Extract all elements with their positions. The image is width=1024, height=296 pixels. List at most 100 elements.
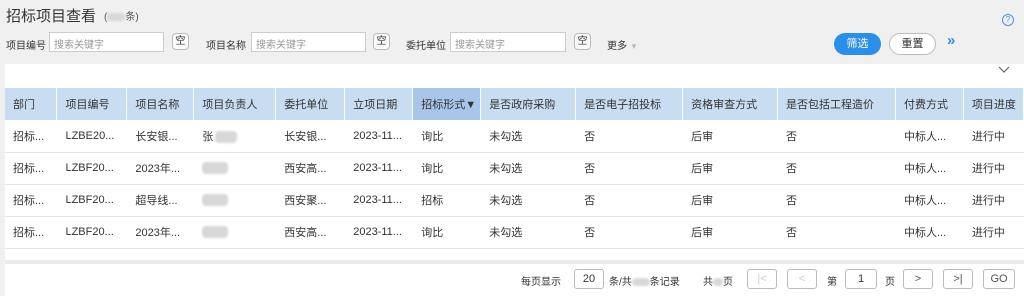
filter-client-clear-button[interactable]: 空 (574, 33, 591, 50)
help-icon[interactable]: ? (1002, 14, 1014, 26)
filter-project-code-input[interactable]: 搜索关键字 (49, 32, 164, 52)
first-page-button[interactable]: |< (747, 269, 777, 289)
page-prefix: 第 (827, 277, 837, 288)
column-header[interactable]: 项目进度 (963, 88, 1024, 120)
column-header[interactable]: 委托单位 (275, 88, 346, 120)
page-suffix: 页 (885, 277, 895, 288)
table-cell: 2023-11... (344, 184, 413, 217)
table-cell: 进行中 (963, 120, 1024, 153)
record-count: (条) (104, 8, 139, 23)
table-cell: LZBF20... (56, 216, 127, 249)
table-cell: 否 (777, 216, 896, 249)
filter-button[interactable]: 筛选 (834, 33, 881, 55)
table-cell: 未勾选 (480, 152, 576, 185)
table-cell: LZBF20... (56, 184, 127, 217)
last-page-button[interactable]: >| (943, 269, 973, 289)
redacted-owner (215, 130, 238, 143)
total-pages: 共页 (703, 273, 733, 295)
filter-project-code-clear-button[interactable]: 空 (172, 33, 189, 50)
go-button[interactable]: GO (983, 269, 1015, 289)
table-panel: 部门 项目编号 项目名称 项目负责人 委托单位 立项日期 招标形式▼ 是否政府采… (5, 64, 1024, 296)
table-cell: 西安高... (275, 152, 345, 185)
redacted-owner (202, 162, 229, 175)
table-cell: 进行中 (963, 184, 1024, 217)
table-cell: 未勾选 (480, 216, 576, 249)
table-cell: 招标... (5, 152, 57, 185)
column-header[interactable]: 是否包括工程造价 (777, 88, 896, 120)
column-header[interactable]: 是否政府采购 (480, 88, 577, 120)
per-page-label: 每页显示 (521, 277, 561, 288)
total-records: 条/共 条记录 (609, 273, 680, 295)
column-header-sorted[interactable]: 招标形式▼ (412, 88, 482, 120)
table-cell: LZBE20... (56, 120, 127, 153)
records-prefix: 条/共 (609, 277, 632, 288)
table-cell: 中标人... (895, 216, 964, 249)
column-header[interactable]: 部门 (5, 88, 58, 120)
table-cell: 进行中 (963, 152, 1024, 185)
table-cell: 后审 (682, 152, 778, 185)
redacted-owner (202, 226, 229, 239)
filter-client-input[interactable]: 搜索关键字 (450, 32, 566, 52)
table-cell: 后审 (682, 216, 778, 249)
redacted-count (107, 13, 126, 22)
table-cell (193, 184, 276, 217)
redacted-pages (713, 278, 723, 287)
table-cell: 中标人... (895, 120, 964, 153)
more-filters-toggle[interactable]: 更多 ▼ (607, 37, 638, 52)
column-header[interactable]: 项目编号 (56, 88, 128, 120)
table-cell: 2023-11... (344, 120, 413, 153)
chevron-down-icon: ▼ (630, 42, 638, 51)
table-cell: 张 (193, 120, 276, 153)
more-filters-label: 更多 (607, 41, 627, 52)
prev-page-button[interactable]: < (787, 269, 817, 289)
table-cell: 西安高... (275, 216, 345, 249)
table-cell: 后审 (682, 120, 778, 153)
expand-icon[interactable]: » (947, 32, 955, 49)
page-title: 招标项目查看 (6, 8, 97, 25)
collapse-chevron-icon[interactable] (998, 66, 1010, 77)
filter-project-name-input[interactable]: 搜索关键字 (251, 32, 366, 52)
column-header[interactable]: 立项日期 (344, 88, 414, 120)
column-header[interactable]: 项目名称 (126, 88, 195, 120)
table-cell: 长安银... (275, 120, 345, 153)
table-cell: 未勾选 (480, 120, 576, 153)
pages-prefix: 共 (703, 277, 713, 288)
records-suffix: 条记录 (649, 277, 680, 288)
table-cell: 否 (777, 184, 896, 217)
table-cell: 询比 (412, 216, 481, 249)
table-cell (193, 152, 276, 185)
page-header: 招标项目查看 (条) ? 项目编号 搜索关键字 空 项目名称 搜索关键字 空 委… (0, 0, 1024, 64)
table-cell: 询比 (412, 120, 481, 153)
table-cell: 2023年... (126, 216, 194, 249)
table-cell: 2023-11... (344, 152, 413, 185)
redacted-owner (202, 194, 229, 207)
filter-project-name-clear-button[interactable]: 空 (373, 33, 390, 50)
record-count-suffix: 条) (125, 12, 139, 23)
table-row[interactable]: 招标... LZBF20... 2023年... 西安高... 2023-11.… (5, 152, 1024, 185)
column-header[interactable]: 资格审查方式 (682, 88, 779, 120)
reset-button[interactable]: 重置 (889, 33, 936, 55)
table-cell: 2023-11... (344, 216, 413, 249)
table-cell: 否 (575, 216, 683, 249)
table-row[interactable]: 招标... LZBE20... 长安银... 张 长安银... 2023-11.… (5, 120, 1024, 153)
table-cell: 中标人... (895, 152, 964, 185)
column-header[interactable]: 是否电子招投标 (575, 88, 684, 120)
table-cell: 招标... (5, 184, 57, 217)
table-cell: 西安聚... (275, 184, 345, 217)
horizontal-scrollbar[interactable] (5, 260, 1024, 264)
table-cell: 长安银... (126, 120, 194, 153)
page-number-input[interactable]: 1 (845, 269, 877, 289)
table-row[interactable]: 招标... LZBF20... 超导线... 西安聚... 2023-11...… (5, 184, 1024, 217)
table-cell: 进行中 (963, 216, 1024, 249)
table-cell: 否 (777, 152, 896, 185)
table-cell: 超导线... (126, 184, 194, 217)
table-row[interactable]: 招标... LZBF20... 2023年... 西安高... 2023-11.… (5, 216, 1024, 249)
column-header[interactable]: 项目负责人 (193, 88, 277, 120)
per-page-input[interactable]: 20 (574, 269, 604, 289)
app-window: 招标项目查看 (条) ? 项目编号 搜索关键字 空 项目名称 搜索关键字 空 委… (0, 0, 1024, 296)
pages-suffix: 页 (723, 277, 733, 288)
next-page-button[interactable]: > (903, 269, 933, 289)
table-cell: 未勾选 (480, 184, 576, 217)
column-header[interactable]: 付费方式 (895, 88, 964, 120)
table-cell: 否 (575, 120, 683, 153)
